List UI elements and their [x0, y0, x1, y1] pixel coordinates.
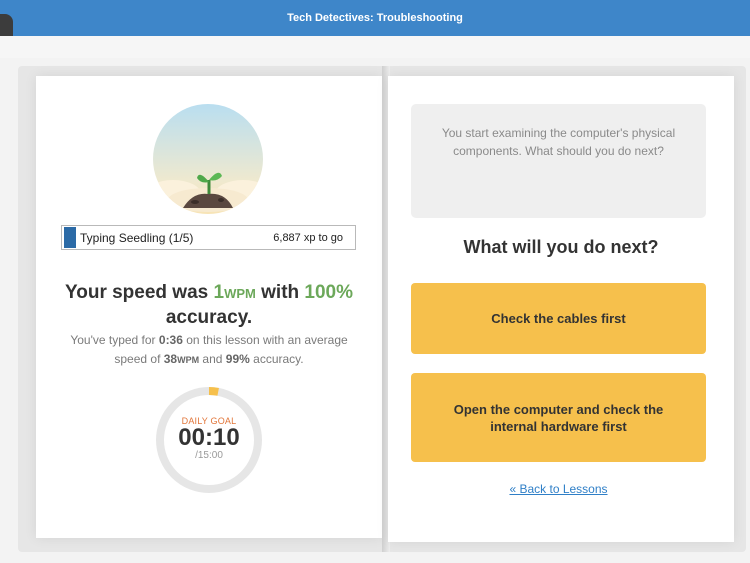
- sub-bar: [0, 36, 750, 58]
- back-to-lessons-link[interactable]: « Back to Lessons: [411, 482, 706, 496]
- daily-goal-time: 00:10: [178, 424, 240, 451]
- top-bar: Tech Detectives: Troubleshooting: [0, 0, 750, 36]
- speed-value: 1WPM: [213, 282, 256, 303]
- lesson-summary: You've typed for 0:36 on this lesson wit…: [70, 333, 348, 366]
- typed-time: 0:36: [158, 333, 183, 347]
- level-progress-bar: Typing Seedling (1/5) 6,887 xp to go: [61, 225, 356, 250]
- average-accuracy: 99%: [225, 352, 250, 366]
- speed-result-heading: Your speed was 1WPM with 100% accuracy.: [50, 281, 368, 330]
- page-title: Tech Detectives: Troubleshooting: [287, 12, 463, 24]
- accuracy-value: 100%: [304, 282, 354, 303]
- choice-open-computer-button[interactable]: Open the computer and check the internal…: [411, 373, 706, 462]
- average-speed: 38WPM: [163, 352, 200, 366]
- level-progress-fill: [64, 227, 76, 248]
- daily-goal-total: /15:00: [195, 450, 223, 461]
- seedling-icon: [153, 104, 263, 214]
- accuracy-suffix: accuracy.: [165, 307, 253, 328]
- question-heading: What will you do next?: [463, 237, 659, 257]
- choice-check-cables-button[interactable]: Check the cables first: [411, 283, 706, 354]
- speed-prefix: Your speed was: [64, 282, 214, 303]
- daily-goal: DAILY GOAL 00:10 /15:00: [154, 416, 264, 461]
- level-name: Typing Seedling (1/5): [80, 230, 194, 245]
- speed-mid: with: [255, 282, 305, 303]
- seedling-avatar: [153, 104, 263, 214]
- story-prompt: You start examining the computer's physi…: [411, 104, 706, 218]
- xp-remaining: 6,887 xp to go: [273, 231, 343, 244]
